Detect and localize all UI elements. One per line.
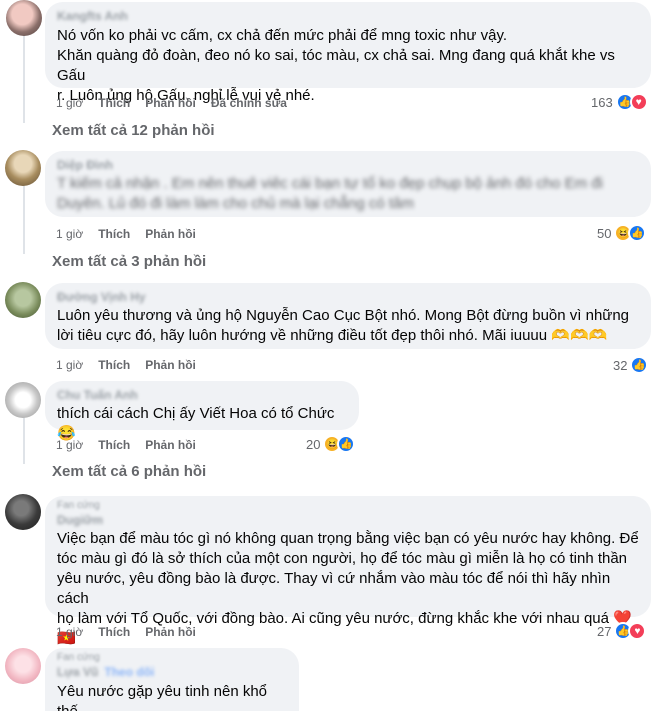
comment-bubble: Đường Vịnh Hy Luôn yêu thương và ủng hộ … [45,283,651,349]
view-replies-link[interactable]: Xem tất cả 3 phản hồi [52,253,206,270]
avatar[interactable] [5,648,41,684]
comment-text: Luôn yêu thương và ủng hộ Nguyễn Cao Cục… [57,307,630,344]
avatar[interactable] [6,0,42,36]
like-button[interactable]: Thích [98,625,130,639]
comment-author[interactable]: Lựa Vũ [57,664,98,680]
like-icon: 👍 [630,356,649,374]
like-button[interactable]: Thích [98,358,130,372]
comment-time[interactable]: 1 giờ [56,438,83,452]
comment-text: Yêu nước gặp yêu tinh nên khổ thế [57,683,268,711]
reaction-count: 27 [597,623,612,639]
reaction-summary[interactable]: 27 👍 ♥ [597,622,647,640]
comment-actions: 1 giờ Thích Phản hồi [56,358,196,372]
comment-author[interactable]: Diệp Đình [57,157,639,173]
comment-actions: 1 giờ Thích Phản hồi [56,438,196,452]
thread-line [23,182,25,254]
like-icon: 👍 [628,224,647,242]
reaction-count: 50 [597,225,612,241]
comment-time[interactable]: 1 giờ [56,227,83,241]
reaction-count: 32 [613,357,628,373]
view-replies-link[interactable]: Xem tất cả 12 phản hồi [52,122,215,139]
love-icon: ♥ [628,622,647,640]
like-button[interactable]: Thích [98,227,130,241]
like-button[interactable]: Thích [98,96,130,110]
avatar[interactable] [5,150,41,186]
comment-bubble: Fan cứng Dugiữm Việc bạn để màu tóc gì n… [45,496,651,647]
comment-time[interactable]: 1 giờ [56,625,83,639]
reaction-count: 163 [591,94,613,110]
reply-button[interactable]: Phản hồi [145,227,196,241]
reaction-summary[interactable]: 32 👍 [613,356,649,374]
love-icon: ♥ [629,93,648,111]
avatar[interactable] [5,282,41,318]
comment-author[interactable]: Dugiữm [57,512,639,528]
comment-author[interactable]: Kangfts Anh [57,8,639,24]
like-icon: 👍 [337,435,356,453]
view-replies-link[interactable]: Xem tất cả 6 phản hồi [52,463,206,480]
reply-button[interactable]: Phản hồi [145,438,196,452]
comment-time[interactable]: 1 giờ [56,96,83,110]
comment-actions: 1 giờ Thích Phản hồi Đã chỉnh sửa [56,96,287,110]
reply-button[interactable]: Phản hồi [145,96,196,110]
comment-bubble: Kangfts Anh Nó vốn ko phải vc cấm, cx ch… [45,2,651,104]
comment-bubble: Fan cứng Lựa Vũ Theo dõi Yêu nước gặp yê… [45,648,299,711]
comment-bubble: Diệp Đình T kiếm cả nhận . Em nên thuê v… [45,151,651,217]
comment-author[interactable]: Đường Vịnh Hy [57,289,639,305]
reaction-summary[interactable]: 50 😆 👍 [597,224,647,242]
like-button[interactable]: Thích [98,438,130,452]
edited-label[interactable]: Đã chỉnh sửa [211,96,287,110]
reply-button[interactable]: Phản hồi [145,358,196,372]
follow-link[interactable]: Theo dõi [104,664,154,680]
comment-time[interactable]: 1 giờ [56,358,83,372]
reaction-count: 20 [306,436,321,452]
badge-label: Fan cứng [57,652,100,663]
avatar[interactable] [5,494,41,530]
comment-text: T kiếm cả nhận . Em nên thuê viêc cái bạ… [57,175,603,212]
reply-button[interactable]: Phản hồi [145,625,196,639]
comment-actions: 1 giờ Thích Phản hồi [56,227,196,241]
reaction-summary[interactable]: 20 😆 👍 [306,435,356,453]
comment-author[interactable]: Chu Tuấn Anh [57,387,347,403]
comment-actions: 1 giờ Thích Phản hồi [56,625,196,639]
reaction-summary[interactable]: 163 👍 ♥ [591,93,648,111]
comment-bubble: Chu Tuấn Anh thích cái cách Chị ấy Viết … [45,381,359,442]
avatar[interactable] [5,382,41,418]
comment-text: Nó vốn ko phải vc cấm, cx chả đến mức ph… [57,27,615,104]
thread-line [23,35,25,123]
badge-label: Fan cứng [57,500,100,511]
